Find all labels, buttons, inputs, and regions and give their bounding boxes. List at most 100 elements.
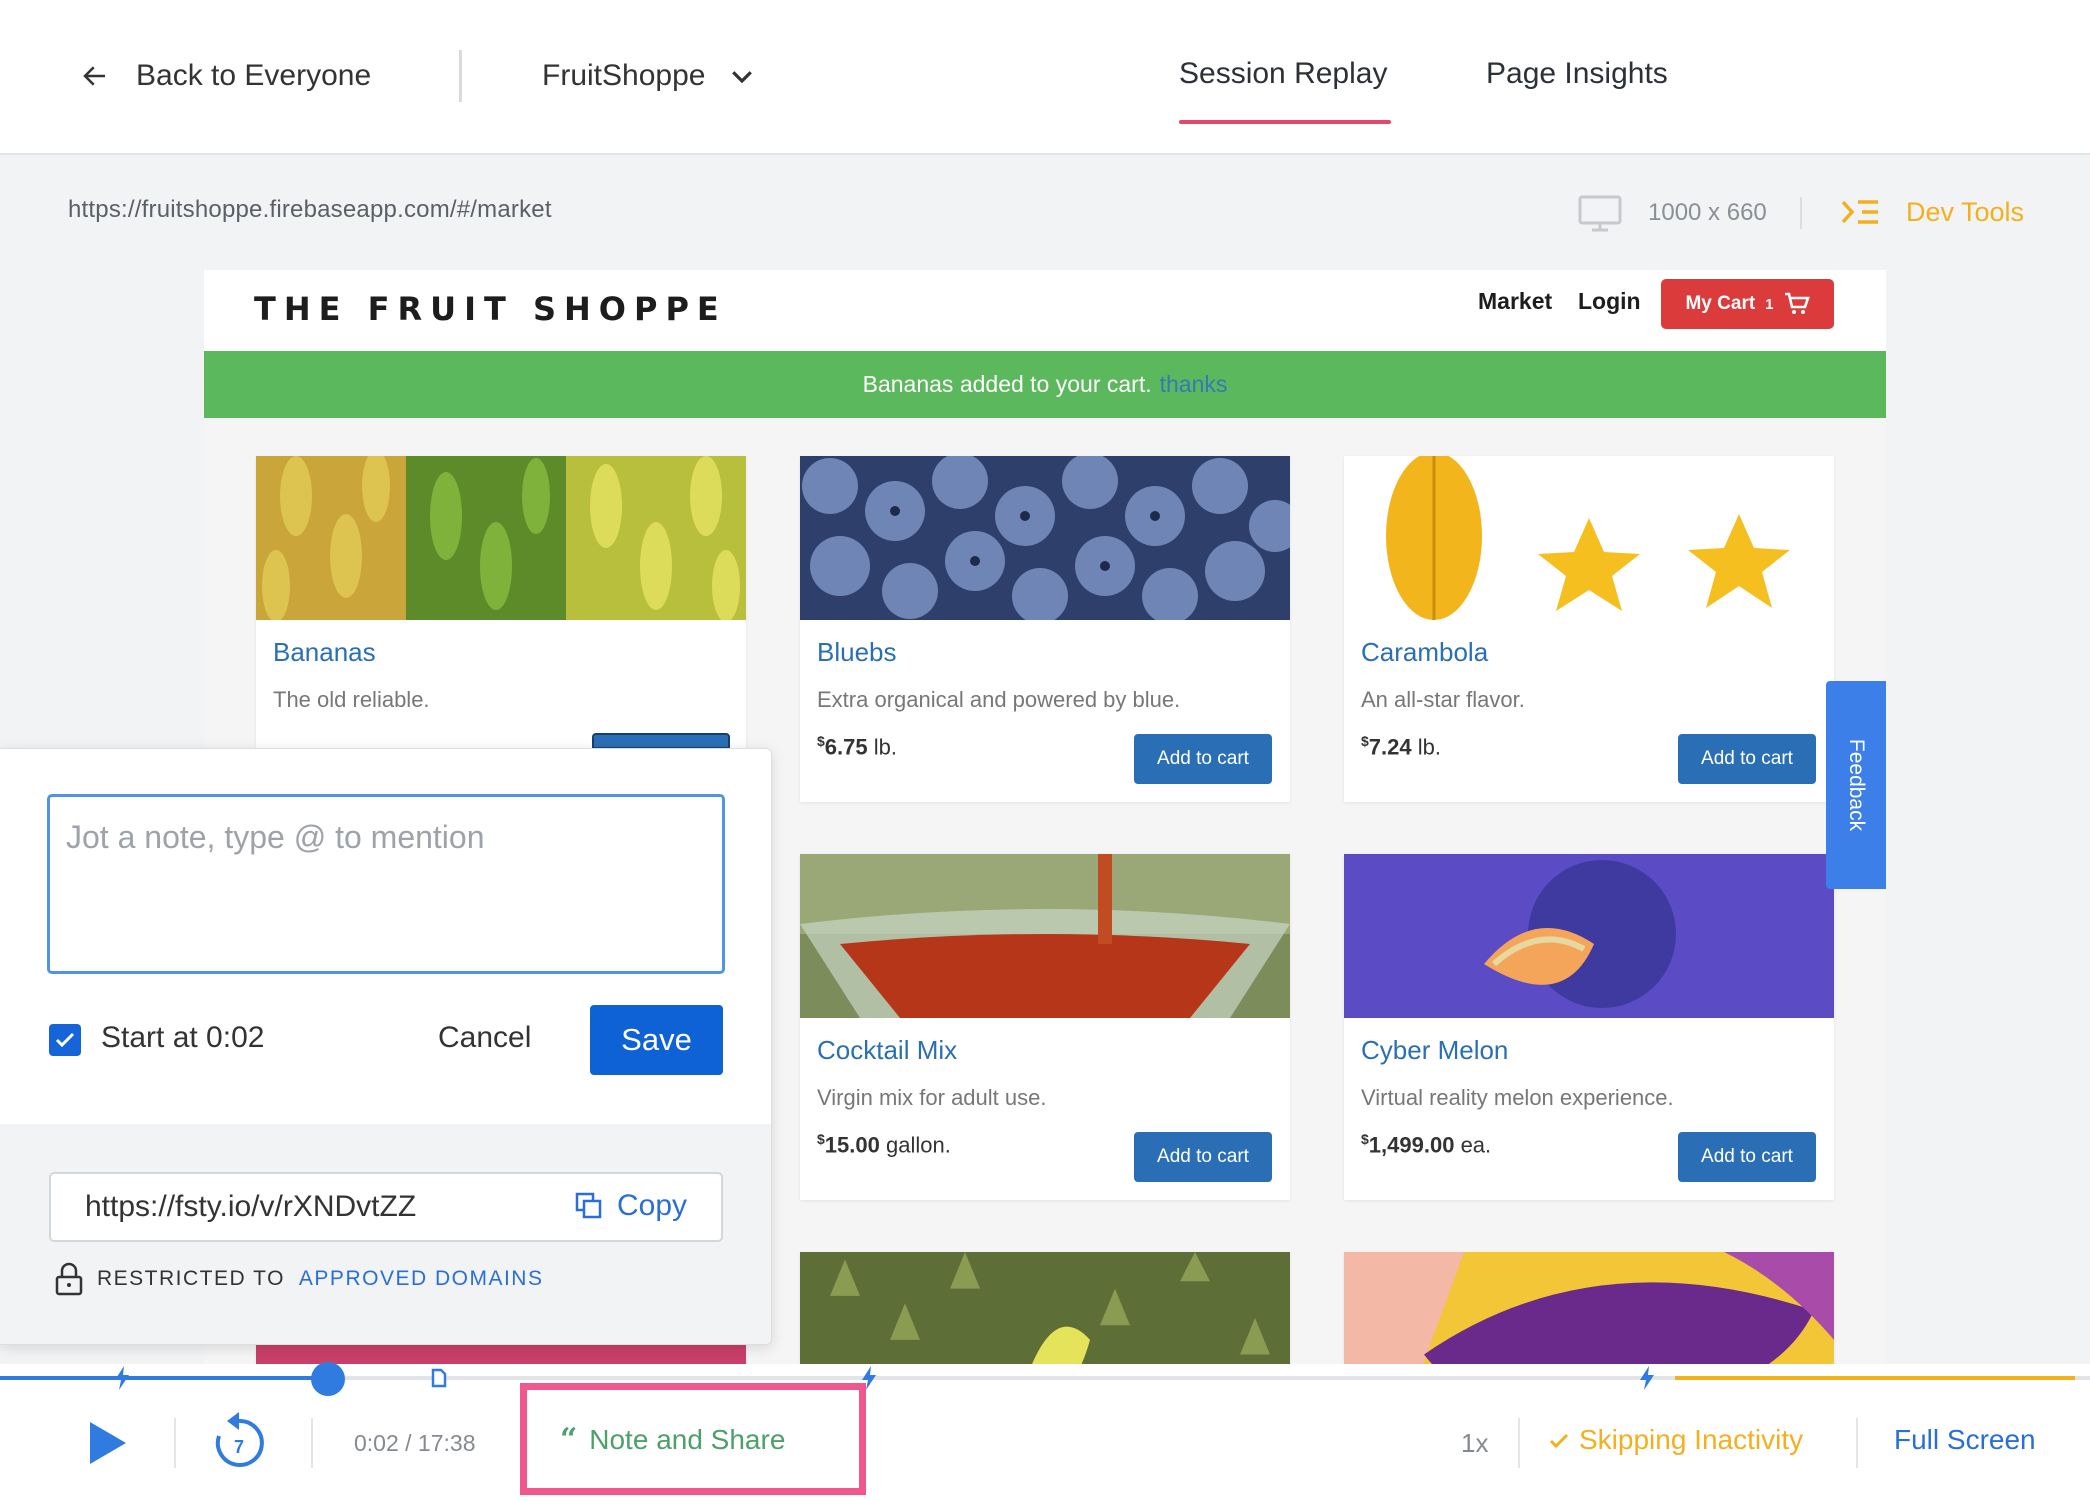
feedback-label: Feedback (1845, 738, 1869, 832)
bananas-image (256, 456, 746, 620)
arrow-left-icon (83, 66, 105, 86)
shop-header: THE FRUIT SHOPPE Market Login My Cart 1 (204, 270, 1886, 351)
tab-session-replay[interactable]: Session Replay (1179, 50, 1387, 98)
controls-divider (1518, 1418, 1520, 1468)
banner-text: Bananas added to your cart. (862, 371, 1152, 397)
eggplant-image (1344, 1252, 1834, 1364)
playback-time: 0:02 / 17:38 (354, 1430, 476, 1456)
shop-logo: THE FRUIT SHOPPE (254, 290, 727, 328)
product-card: Bluebs Extra organical and powered by bl… (800, 456, 1290, 802)
viewport-dimensions: 1000 x 660 (1648, 199, 1767, 226)
share-section: https://fsty.io/v/rXNDvtZZ Copy RESTRICT… (0, 1124, 771, 1344)
event-bolt-icon[interactable] (1638, 1366, 1656, 1390)
copy-icon (575, 1192, 602, 1219)
back-label: Back to Everyone (136, 59, 372, 92)
lock-icon (55, 1262, 83, 1296)
product-description: Extra organical and powered by blue. (817, 687, 1181, 712)
copy-label: Copy (617, 1189, 688, 1222)
org-name: FruitShoppe (542, 59, 706, 92)
note-and-share-label: Note and Share (589, 1423, 786, 1455)
org-switcher[interactable]: FruitShoppe (542, 52, 757, 100)
cart-icon (1784, 292, 1810, 314)
product-title[interactable]: Cyber Melon (1361, 1035, 1508, 1066)
feedback-tab[interactable]: Feedback (1826, 681, 1886, 889)
product-card (1344, 1252, 1834, 1364)
skipping-label: Skipping Inactivity (1579, 1424, 1804, 1455)
note-input[interactable] (47, 794, 725, 974)
start-at-checkbox[interactable] (49, 1024, 81, 1056)
product-card: Cocktail Mix Virgin mix for adult use. $… (800, 854, 1290, 1200)
cart-notification-banner: Bananas added to your cart. thanks (204, 351, 1886, 418)
check-icon (1549, 1433, 1569, 1449)
copy-button[interactable]: Copy (575, 1189, 687, 1223)
product-price: $6.75 lb. (817, 733, 897, 760)
product-card (800, 1252, 1290, 1364)
cart-label: My Cart (1685, 293, 1756, 314)
share-link-field[interactable]: https://fsty.io/v/rXNDvtZZ Copy (49, 1172, 723, 1242)
active-tab-indicator (1179, 120, 1391, 124)
durian-image (800, 1252, 1290, 1364)
banner-thanks-link[interactable]: thanks (1160, 371, 1228, 398)
bananas-button-peek (592, 733, 730, 749)
tab-page-insights[interactable]: Page Insights (1486, 50, 1668, 98)
restricted-notice: RESTRICTED TO APPROVED DOMAINS (55, 1262, 543, 1296)
product-price: $1,499.00 ea. (1361, 1131, 1492, 1158)
product-price: $15.00 gallon. (817, 1131, 951, 1158)
add-to-cart-button[interactable]: Add to cart (1134, 1132, 1272, 1182)
back-to-everyone-link[interactable]: Back to Everyone (80, 52, 371, 100)
chevron-down-icon (732, 71, 753, 84)
cocktail-image (800, 854, 1290, 1018)
cart-count: 1 (1765, 295, 1774, 313)
save-button[interactable]: Save (590, 1005, 723, 1075)
add-to-cart-button[interactable]: Add to cart (1678, 734, 1816, 784)
timeline-progress (0, 1376, 328, 1380)
product-card: Carambola An all-star flavor. $7.24 lb. … (1344, 456, 1834, 802)
quote-icon: “ (560, 1422, 578, 1457)
approved-domains-link[interactable]: APPROVED DOMAINS (299, 1267, 544, 1291)
blueberries-image (800, 456, 1290, 620)
playback-speed[interactable]: 1x (1461, 1428, 1488, 1459)
my-cart-button[interactable]: My Cart 1 (1661, 279, 1834, 329)
play-icon[interactable] (88, 1420, 128, 1466)
product-description: Virgin mix for adult use. (817, 1085, 1047, 1110)
shop-nav-login[interactable]: Login (1578, 288, 1641, 315)
info-divider (1800, 197, 1802, 229)
cyber-melon-image (1344, 854, 1834, 1018)
monitor-icon (1578, 195, 1622, 232)
note-and-share-button[interactable]: “ Note and Share (560, 1422, 785, 1457)
product-description: An all-star flavor. (1361, 687, 1525, 712)
restricted-prefix: RESTRICTED TO (97, 1267, 285, 1290)
product-title[interactable]: Carambola (1361, 637, 1488, 668)
product-title[interactable]: Bananas (273, 637, 376, 668)
shop-nav-market[interactable]: Market (1478, 288, 1552, 315)
carambola-image (1344, 456, 1834, 620)
product-price: $7.24 lb. (1361, 733, 1441, 760)
rewind-7-button[interactable]: 7 (208, 1410, 270, 1472)
event-bolt-icon[interactable] (113, 1366, 131, 1390)
product-title[interactable]: Bluebs (817, 637, 897, 668)
share-url[interactable]: https://fsty.io/v/rXNDvtZZ (85, 1190, 416, 1224)
product-title[interactable]: Cocktail Mix (817, 1035, 957, 1066)
start-at-label[interactable]: Start at 0:02 (101, 1021, 264, 1055)
product-description: The old reliable. (273, 687, 430, 712)
product-card: Cyber Melon Virtual reality melon experi… (1344, 854, 1834, 1200)
top-nav: Back to Everyone FruitShoppe Session Rep… (0, 0, 2090, 155)
note-and-share-popover: Start at 0:02 Cancel Save https://fsty.i… (0, 748, 772, 1345)
rewind-icon: 7 (215, 1412, 264, 1467)
event-page-icon[interactable] (430, 1366, 448, 1390)
session-page-url: https://fruitshoppe.firebaseapp.com/#/ma… (68, 196, 552, 223)
cancel-button[interactable]: Cancel (438, 1021, 531, 1055)
rewind-seconds: 7 (234, 1437, 244, 1457)
dev-tools-button[interactable]: Dev Tools (1840, 194, 2024, 230)
controls-divider (311, 1418, 313, 1468)
dev-tools-label: Dev Tools (1906, 196, 2025, 227)
skip-inactivity-toggle[interactable]: Skipping Inactivity (1547, 1424, 1803, 1456)
add-to-cart-button[interactable]: Add to cart (1678, 1132, 1816, 1182)
timeline-scrubber[interactable] (311, 1362, 345, 1396)
checkmark-icon (55, 1032, 75, 1048)
controls-divider (174, 1418, 176, 1468)
controls-divider (1856, 1418, 1858, 1468)
full-screen-button[interactable]: Full Screen (1894, 1424, 2036, 1456)
add-to-cart-button[interactable]: Add to cart (1134, 734, 1272, 784)
product-description: Virtual reality melon experience. (1361, 1085, 1674, 1110)
